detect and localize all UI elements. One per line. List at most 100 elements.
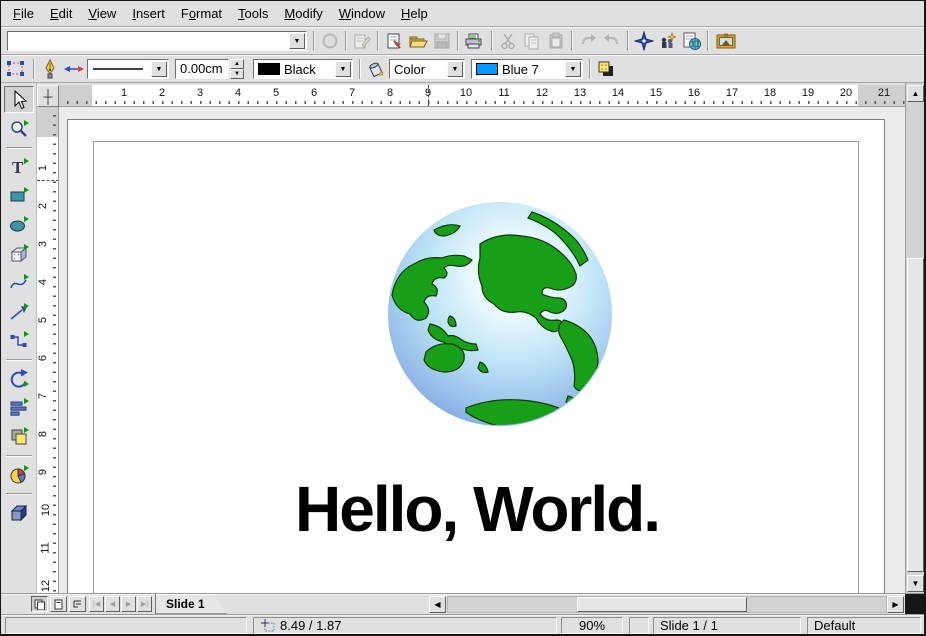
first-slide-button[interactable]: |◀ [89,596,104,612]
vertical-scrollbar[interactable]: ▲ ▼ [905,83,924,593]
ruler-number: 13 [574,87,586,99]
menu-item-modify[interactable]: Modify [276,4,330,23]
line-style-select[interactable]: ▼ [87,59,169,79]
edit-points-button[interactable] [5,58,27,80]
slide-page[interactable]: Hello, World. [67,119,885,593]
menu-item-window[interactable]: Window [331,4,393,23]
fill-type-select[interactable]: Color ▼ [389,59,465,79]
fill-color-swatch [476,63,498,75]
previous-slide-button[interactable]: ◀ [105,596,120,612]
connector-button[interactable] [4,327,34,354]
last-slide-button[interactable]: ▶| [137,596,152,612]
arrange-button[interactable] [4,423,34,450]
vertical-ruler[interactable]: 123456789101112 [37,107,59,593]
zoom-button[interactable] [4,115,34,142]
edit-file-button[interactable] [351,30,373,52]
fill-type-value[interactable]: Color [390,62,447,77]
autopilot-button[interactable] [657,30,679,52]
print-icon [464,32,484,50]
scroll-left-button[interactable]: ◀ [429,596,446,613]
copy-button[interactable] [521,30,543,52]
menu-item-format[interactable]: Format [173,4,230,23]
url-combobox[interactable]: ▼ [7,31,307,51]
ellipse-button[interactable] [4,211,34,238]
page-layout-cell[interactable]: Default [807,617,921,634]
cursor-position-cell[interactable]: 8.49 / 1.87 [253,617,557,634]
notes-view-button[interactable] [50,596,67,612]
menu-item-edit[interactable]: Edit [42,4,80,23]
slide-canvas[interactable]: Hello, World. [59,107,905,593]
ruler-number: 6 [37,355,49,361]
line-style-dropdown-button[interactable]: ▼ [151,61,167,77]
ruler-number: 12 [536,87,548,99]
ruler-origin-box[interactable]: ┼ [37,85,59,107]
slide-title-text[interactable]: Hello, World. [68,472,886,546]
drawing-view-button[interactable] [31,596,48,612]
save-button[interactable] [431,30,453,52]
select-button[interactable] [4,86,34,113]
fill-type-dropdown-button[interactable]: ▼ [447,61,463,77]
curve-button[interactable] [4,269,34,296]
open-button[interactable] [407,30,429,52]
app-window: File Edit View Insert Format Tools Modif… [0,0,926,636]
gallery-button[interactable] [715,30,737,52]
next-slide-button[interactable]: ▶ [121,596,136,612]
scroll-right-button[interactable]: ▶ [887,596,904,613]
insert-pie-icon [8,464,30,486]
line-width-value[interactable]: 0.00cm [175,59,229,79]
zoom-level-cell[interactable]: 90% [561,617,623,634]
line-color-value[interactable]: Black [280,62,335,77]
menu-item-tools[interactable]: Tools [230,4,276,23]
fill-button[interactable] [365,58,387,80]
menu-item-insert[interactable]: Insert [124,4,173,23]
ellipse-icon [8,214,30,236]
pen-button[interactable] [39,58,61,80]
line-width-spinner[interactable]: 0.00cm ▲ ▼ [175,59,244,79]
zoom-icon [8,118,30,140]
fill-can-icon [366,59,386,79]
rotate-button[interactable] [4,365,34,392]
line-color-select[interactable]: Black ▼ [253,59,353,79]
alignment-button[interactable] [4,394,34,421]
cut-button[interactable] [497,30,519,52]
new-document-button[interactable] [383,30,405,52]
lines-arrows-button[interactable] [4,298,34,325]
menu-item-file[interactable]: File [5,4,42,23]
horizontal-scrollbar-thumb[interactable] [577,597,747,612]
rectangle-button[interactable] [4,182,34,209]
stop-button[interactable] [319,30,341,52]
redo-button[interactable] [601,30,623,52]
globe-image[interactable] [386,200,614,428]
line-width-up-button[interactable]: ▲ [230,59,244,69]
fill-color-dropdown-button[interactable]: ▼ [565,61,581,77]
vertical-scrollbar-thumb[interactable] [907,258,924,572]
paste-button[interactable] [545,30,567,52]
undo-button[interactable] [577,30,599,52]
ruler-number: 8 [387,87,393,99]
slide-tab[interactable]: Slide 1 [155,594,227,614]
insert-button[interactable] [4,461,34,488]
line-width-down-button[interactable]: ▼ [230,69,244,79]
web-page-button[interactable] [681,30,703,52]
scroll-up-button[interactable]: ▲ [907,85,924,102]
shadow-button[interactable] [595,58,617,80]
ruler-number: 16 [688,87,700,99]
line-color-dropdown-button[interactable]: ▼ [335,61,351,77]
menu-item-view[interactable]: View [80,4,124,23]
print-button[interactable] [463,30,485,52]
text-button[interactable]: T [4,153,34,180]
slide-indicator-cell[interactable]: Slide 1 / 1 [653,617,801,634]
arrow-ends-button[interactable] [63,58,85,80]
fill-color-select[interactable]: Blue 7 ▼ [471,59,583,79]
fill-color-value[interactable]: Blue 7 [498,62,565,77]
3d-objects-button[interactable] [4,240,34,267]
menu-item-help[interactable]: Help [393,4,436,23]
url-combobox-dropdown-button[interactable]: ▼ [289,33,305,49]
outline-view-button[interactable] [69,596,86,612]
horizontal-ruler[interactable]: 123456789101112131415161718192021 [59,85,905,107]
web-page-icon [682,31,702,51]
3d-controller-button[interactable] [4,499,34,526]
scroll-down-button[interactable]: ▼ [907,575,924,592]
navigator-button[interactable] [633,30,655,52]
horizontal-scrollbar[interactable] [447,596,887,613]
